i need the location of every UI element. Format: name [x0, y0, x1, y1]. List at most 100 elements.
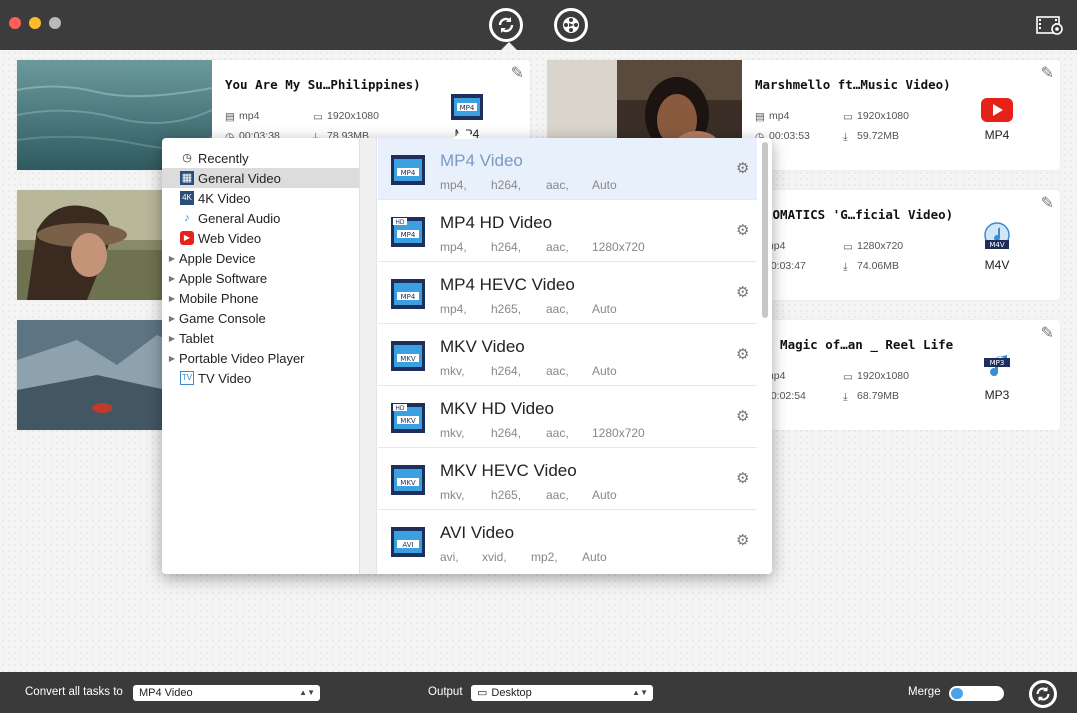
disclosure-triangle-icon[interactable]: ▶	[168, 314, 176, 323]
format-row-mkv-video[interactable]: MKV MKV Video mkv, h264, aac, Auto ⚙	[378, 324, 757, 386]
svg-text:HD: HD	[395, 405, 405, 412]
pencil-icon[interactable]: ✎	[1041, 323, 1054, 343]
svg-text:MKV: MKV	[400, 479, 416, 487]
mp4-film-icon[interactable]: MP4	[450, 92, 484, 122]
zoom-window-button[interactable]	[49, 17, 61, 29]
convert-all-select[interactable]: MP4 Video ▲▼	[133, 685, 320, 701]
svg-text:MP4: MP4	[401, 293, 416, 301]
task-title: You Are My Su…Philippines)	[225, 77, 421, 92]
svg-text:AVI: AVI	[402, 541, 413, 549]
popover-arrow	[453, 128, 475, 139]
svg-text:M4V: M4V	[989, 241, 1004, 249]
pencil-icon[interactable]: ✎	[1041, 63, 1054, 83]
format-row-mp4-hd-video[interactable]: HD MP4 MP4 HD Video mp4, h264, aac, 1280…	[378, 200, 757, 262]
tv-icon: TV	[180, 371, 194, 385]
minimize-window-button[interactable]	[29, 17, 41, 29]
gear-icon[interactable]: ⚙	[736, 283, 749, 301]
title-bar	[0, 0, 1077, 50]
format-row-mkv-hd-video[interactable]: HD MKV MKV HD Video mkv, h264, aac, 1280…	[378, 386, 757, 448]
m4v-itunes-icon[interactable]: M4V	[980, 221, 1014, 251]
gear-icon[interactable]: ⚙	[736, 345, 749, 363]
merge-toggle[interactable]	[949, 686, 1004, 701]
close-window-button[interactable]	[9, 17, 21, 29]
film-icon: ▤	[225, 111, 235, 123]
disclosure-triangle-icon[interactable]: ▶	[168, 354, 176, 363]
category-mobile-phone[interactable]: ▶ Mobile Phone	[162, 288, 359, 308]
resolution: ▭ 1920x1080	[313, 110, 379, 123]
format-row-mp4-hevc-video[interactable]: MP4 MP4 HEVC Video mp4, h265, aac, Auto …	[378, 262, 757, 324]
category-4k-video[interactable]: 4K 4K Video	[162, 188, 359, 208]
disclosure-triangle-icon[interactable]: ▶	[168, 274, 176, 283]
pencil-icon[interactable]: ✎	[511, 63, 524, 83]
output-folder-select[interactable]: ▭ Desktop ▲▼	[471, 685, 653, 701]
disclosure-triangle-icon[interactable]: ▶	[168, 294, 176, 303]
task-title: Marshmello ft…Music Video)	[755, 77, 951, 92]
gear-icon[interactable]: ⚙	[736, 469, 749, 487]
category-general-audio[interactable]: ♪ General Audio	[162, 208, 359, 228]
format-row-mkv-hevc-video[interactable]: MKV MKV HEVC Video mkv, h265, aac, Auto …	[378, 448, 757, 510]
updown-chevron-icon: ▲▼	[632, 688, 648, 697]
folder-icon: ▭	[477, 687, 488, 699]
category-general-video[interactable]: ▦ General Video	[162, 168, 359, 188]
bottom-bar: Convert all tasks to MP4 Video ▲▼ Output…	[0, 672, 1077, 713]
category-tablet[interactable]: ▶ Tablet	[162, 328, 359, 348]
merge-label: Merge	[908, 686, 941, 698]
target-format-label[interactable]: M4V	[972, 258, 1022, 272]
gear-icon[interactable]: ⚙	[736, 159, 749, 177]
category-game-console[interactable]: ▶ Game Console	[162, 308, 359, 328]
svg-text:MP4: MP4	[401, 169, 416, 177]
file-size: ⤓ 59.72MB	[843, 130, 900, 143]
convert-all-label: Convert all tasks to	[25, 686, 123, 698]
mkv-film-icon: MKV	[391, 341, 425, 371]
convert-start-icon[interactable]	[1029, 680, 1057, 708]
svg-text:MP4: MP4	[401, 231, 416, 239]
monitor-icon: ▭	[313, 111, 323, 123]
film-settings-icon[interactable]	[1036, 14, 1064, 36]
target-format-label[interactable]: MP4	[972, 128, 1022, 142]
disclosure-triangle-icon[interactable]: ▶	[168, 334, 176, 343]
container-format: ▤ mp4	[225, 110, 260, 123]
svg-text:MP3: MP3	[990, 359, 1005, 367]
category-portable-video-player[interactable]: ▶ Portable Video Player	[162, 348, 359, 368]
category-apple-software[interactable]: ▶ Apple Software	[162, 268, 359, 288]
svg-text:MP4: MP4	[460, 104, 475, 112]
task-title: e Magic of…an _ Reel Life	[765, 337, 954, 352]
category-list: ◷ Recently ▦ General Video 4K 4K Video ♪ Gen…	[162, 138, 360, 574]
convert-refresh-icon[interactable]	[489, 8, 523, 50]
gear-icon[interactable]: ⚙	[736, 531, 749, 549]
column-divider	[360, 138, 377, 574]
youtube-icon[interactable]	[980, 95, 1014, 125]
music-note-icon: ♪	[184, 212, 190, 224]
output-label: Output	[428, 686, 463, 698]
category-recently[interactable]: ◷ Recently	[162, 148, 359, 168]
avi-film-icon: AVI	[391, 527, 425, 557]
updown-chevron-icon: ▲▼	[299, 688, 315, 697]
category-web-video[interactable]: ▶ Web Video	[162, 228, 359, 248]
format-list: MP4 MP4 Video mp4, h264, aac, Auto ⚙ HD …	[378, 138, 772, 574]
pencil-icon[interactable]: ✎	[1041, 193, 1054, 213]
svg-text:MKV: MKV	[400, 417, 416, 425]
disclosure-triangle-icon[interactable]: ▶	[168, 254, 176, 263]
resolution: ▭ 1920x1080	[843, 110, 909, 123]
target-format-label[interactable]: MP3	[972, 388, 1022, 402]
svg-text:MKV: MKV	[400, 355, 416, 363]
category-apple-device[interactable]: ▶ Apple Device	[162, 248, 359, 268]
format-list-scrollbar[interactable]	[762, 142, 768, 318]
mp3-music-icon[interactable]: MP3	[980, 352, 1014, 382]
mkv-film-icon: MKV	[391, 465, 425, 495]
monitor-icon: ▭	[843, 111, 853, 123]
download-icon: ⤓	[843, 131, 848, 143]
resolution: ▭ 1280x720	[843, 240, 904, 253]
gear-icon[interactable]: ⚙	[736, 407, 749, 425]
format-row-avi-video[interactable]: AVI AVI Video avi, xvid, mp2, Auto ⚙	[378, 510, 757, 572]
format-row-mp4-video[interactable]: MP4 MP4 Video mp4, h264, aac, Auto ⚙	[378, 138, 757, 200]
film-reel-icon[interactable]	[554, 8, 588, 42]
toggle-knob	[951, 688, 963, 699]
gear-icon[interactable]: ⚙	[736, 221, 749, 239]
container-format: ▤ mp4	[755, 110, 790, 123]
svg-text:HD: HD	[395, 219, 405, 226]
film-strip-icon: ▦	[180, 171, 194, 185]
4k-film-icon: 4K	[180, 191, 194, 205]
category-tv-video[interactable]: TV TV Video	[162, 368, 359, 388]
format-chooser-popover: ◷ Recently ▦ General Video 4K 4K Video ♪ Gen…	[162, 138, 772, 574]
